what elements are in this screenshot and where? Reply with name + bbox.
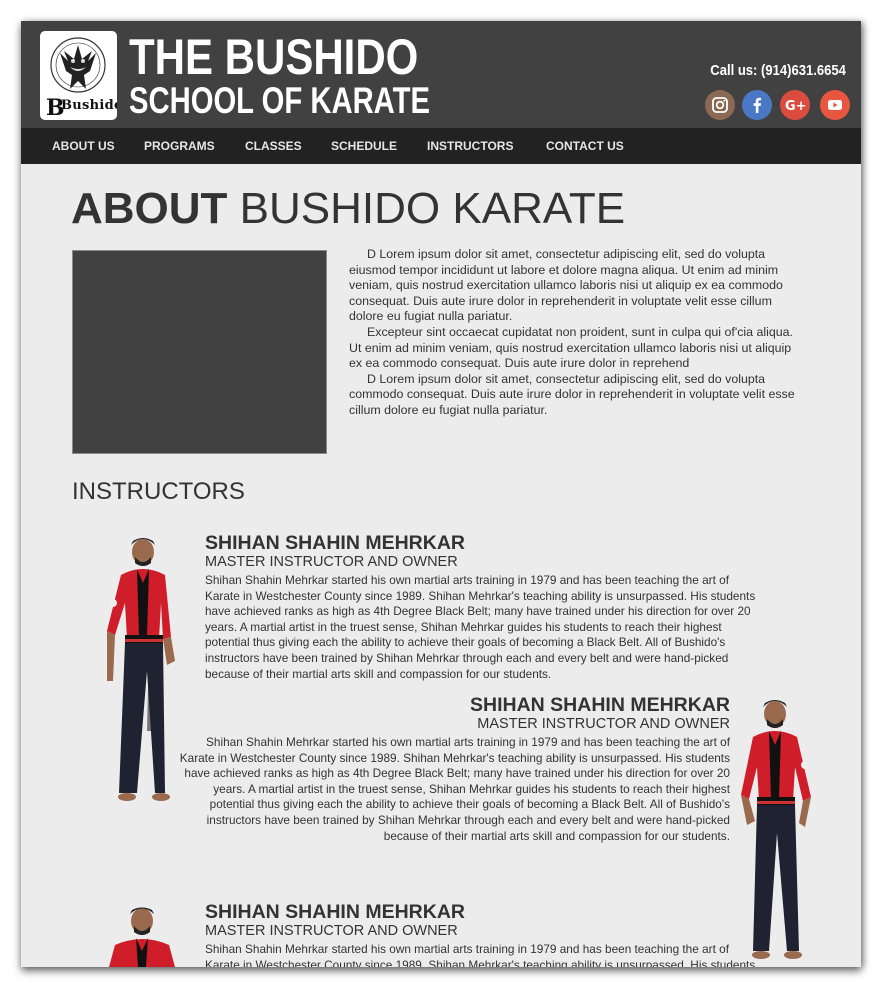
instructor-role: MASTER INSTRUCTOR AND OWNER xyxy=(205,554,458,570)
instructor-card: SHIHAN SHAHIN MEHRKAR MASTER INSTRUCTOR … xyxy=(205,901,757,967)
nav-item-programs[interactable]: PROGRAMS xyxy=(144,128,215,164)
nav-item-about-us[interactable]: ABOUT US xyxy=(52,128,115,164)
about-image-placeholder xyxy=(72,250,327,454)
site-header: B Bushido THE BUSHIDO SCHOOL OF KARATE C… xyxy=(21,21,861,128)
instructor-photo xyxy=(107,538,175,801)
facebook-icon[interactable] xyxy=(742,90,772,120)
youtube-icon[interactable] xyxy=(820,90,850,120)
about-paragraph: D Lorem ipsum dolor sit amet, consectetu… xyxy=(349,247,783,324)
nav-item-schedule[interactable]: SCHEDULE xyxy=(331,128,397,164)
main-nav: ABOUT US PROGRAMS CLASSES SCHEDULE INSTR… xyxy=(21,128,861,164)
about-paragraph: Excepteur sint occaecat cupidatat non pr… xyxy=(349,324,793,371)
brand-title-line1: THE BUSHIDO xyxy=(129,29,419,85)
svg-text:G+: G+ xyxy=(785,99,807,114)
instructor-photo xyxy=(109,907,175,967)
instructor-card: SHIHAN SHAHIN MEHRKAR MASTER INSTRUCTOR … xyxy=(176,694,730,844)
about-heading-bold: ABOUT xyxy=(71,184,228,233)
instructor-role: MASTER INSTRUCTOR AND OWNER xyxy=(477,716,730,732)
about-heading: ABOUT BUSHIDO KARATE xyxy=(71,184,625,234)
instructors-heading: INSTRUCTORS xyxy=(72,478,245,505)
about-paragraph: D Lorem ipsum dolor sit amet, consectetu… xyxy=(349,371,795,417)
nav-item-instructors[interactable]: INSTRUCTORS xyxy=(427,128,513,164)
instructor-name: SHIHAN SHAHIN MEHRKAR xyxy=(205,532,466,554)
nav-item-contact-us[interactable]: CONTACT US xyxy=(546,128,624,164)
bushido-logo[interactable]: B Bushido xyxy=(40,31,117,120)
logo-text: Bushido xyxy=(61,98,117,113)
instructor-role: MASTER INSTRUCTOR AND OWNER xyxy=(205,923,458,939)
brand-title-line2: SCHOOL OF KARATE xyxy=(129,80,430,121)
nav-item-classes[interactable]: CLASSES xyxy=(245,128,302,164)
instructor-bio: Shihan Shahin Mehrkar started his own ma… xyxy=(179,735,730,843)
page-frame: B Bushido THE BUSHIDO SCHOOL OF KARATE C… xyxy=(21,21,861,967)
instagram-icon[interactable] xyxy=(705,90,735,120)
instructor-card: SHIHAN SHAHIN MEHRKAR MASTER INSTRUCTOR … xyxy=(205,532,757,682)
instructor-bio: Shihan Shahin Mehrkar started his own ma… xyxy=(205,573,756,681)
instructor-bio: Shihan Shahin Mehrkar started his own ma… xyxy=(205,942,756,967)
about-text: D Lorem ipsum dolor sit amet, consectetu… xyxy=(349,247,799,419)
google-plus-icon[interactable]: G+ xyxy=(780,90,810,120)
instructor-name: SHIHAN SHAHIN MEHRKAR xyxy=(469,694,730,716)
about-heading-light: BUSHIDO KARATE xyxy=(239,184,626,233)
phone-number[interactable]: Call us: (914)631.6654 xyxy=(710,62,846,79)
instructor-name: SHIHAN SHAHIN MEHRKAR xyxy=(205,901,466,923)
